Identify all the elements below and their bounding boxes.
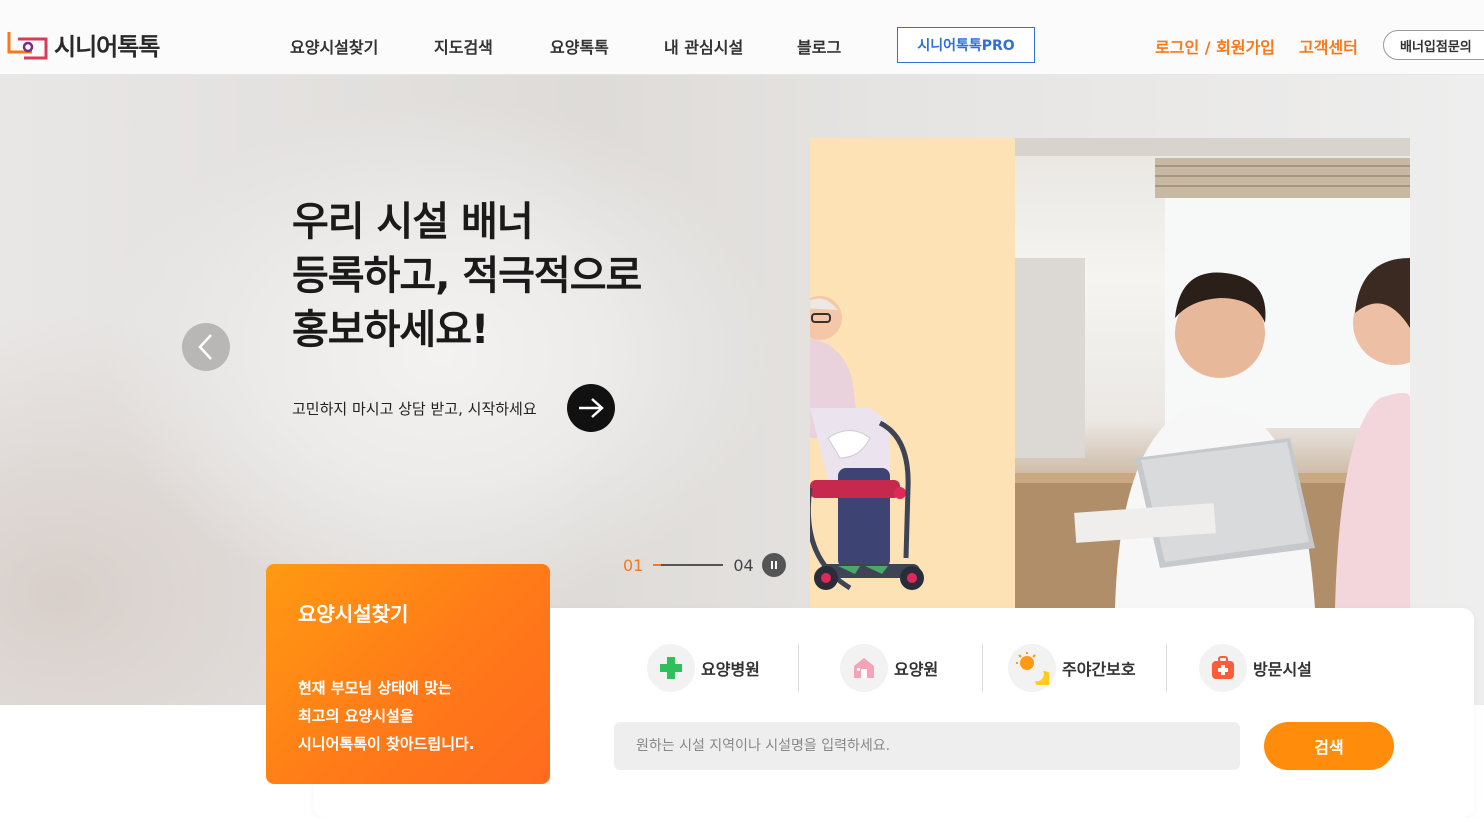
facility-search-input[interactable] [614, 722, 1240, 770]
pager-total: 04 [733, 555, 754, 575]
nav-blog[interactable]: 블로그 [797, 34, 841, 58]
category-label: 방문시설 [1253, 660, 1312, 679]
hero-title-line: 등록하고, 적극적으로 [292, 253, 642, 299]
hero-subtitle: 고민하지 마시고 상담 받고, 시작하세요 [292, 400, 537, 418]
divider [798, 644, 799, 692]
nav-map-search[interactable]: 지도검색 [434, 34, 493, 58]
banner-inquiry-button[interactable]: 배너입점문의 [1383, 30, 1484, 60]
medical-cross-icon [647, 644, 695, 692]
description-line: 현재 부모님 상태에 맞는 [298, 679, 452, 697]
arrow-right-icon [579, 398, 604, 418]
nav-community[interactable]: 요양톡톡 [550, 34, 609, 58]
home-icon [840, 644, 888, 692]
hero-title: 우리 시설 배너 등록하고, 적극적으로 홍보하세요! [292, 195, 642, 357]
customer-center-link[interactable]: 고객센터 [1299, 34, 1358, 58]
hero-title-line: 홍보하세요! [292, 307, 489, 353]
slide-pause-button[interactable] [761, 553, 786, 577]
hero-illustration [810, 138, 1015, 608]
pause-icon [770, 561, 777, 569]
logo-mark-icon [6, 28, 50, 62]
pager-current: 01 [623, 555, 644, 575]
logo[interactable]: 시니어톡톡 [6, 27, 160, 62]
divider [982, 644, 983, 692]
facility-search-description: 현재 부모님 상태에 맞는 최고의 요양시설을 시니어톡톡이 찾아드립니다. [298, 674, 475, 758]
site-header: 시니어톡톡 요양시설찾기 지도검색 요양톡톡 내 관심시설 블로그 시니어톡톡P… [0, 0, 1484, 75]
pager-progress [653, 564, 724, 566]
nav-pro-button[interactable]: 시니어톡톡PRO [897, 27, 1035, 63]
hero-cta-button[interactable] [567, 384, 615, 432]
category-label: 요양병원 [701, 660, 760, 679]
slide-pager: 01 04 [623, 553, 786, 577]
logo-text: 시니어톡톡 [54, 33, 160, 61]
facility-search-card: 요양시설찾기 현재 부모님 상태에 맞는 최고의 요양시설을 시니어톡톡이 찾아… [266, 564, 550, 784]
category-label: 주야간보호 [1062, 660, 1136, 679]
hero-title-line: 우리 시설 배너 [292, 199, 534, 245]
description-line: 최고의 요양시설을 [298, 707, 414, 725]
category-label: 요양원 [894, 660, 939, 679]
facility-search-title: 요양시설찾기 [298, 602, 409, 626]
divider [1166, 644, 1167, 692]
category-nursing-hospital[interactable]: 요양병원 [647, 644, 760, 692]
nav-favorites[interactable]: 내 관심시설 [664, 34, 743, 58]
first-aid-bag-icon [1199, 644, 1247, 692]
description-line: 시니어톡톡이 찾아드립니다. [298, 735, 475, 753]
hero-photo [1015, 138, 1410, 608]
search-button[interactable]: 검색 [1264, 722, 1394, 770]
chevron-left-icon [198, 334, 212, 360]
category-nursing-home[interactable]: 요양원 [840, 644, 938, 692]
category-day-night-care[interactable]: 주야간보호 [1008, 644, 1136, 692]
nav-facility-search[interactable]: 요양시설찾기 [290, 34, 378, 58]
sun-moon-icon [1008, 644, 1056, 692]
category-home-visit[interactable]: 방문시설 [1199, 644, 1312, 692]
slide-prev-button[interactable] [182, 323, 230, 371]
login-signup-link[interactable]: 로그인 / 회원가입 [1155, 34, 1275, 58]
